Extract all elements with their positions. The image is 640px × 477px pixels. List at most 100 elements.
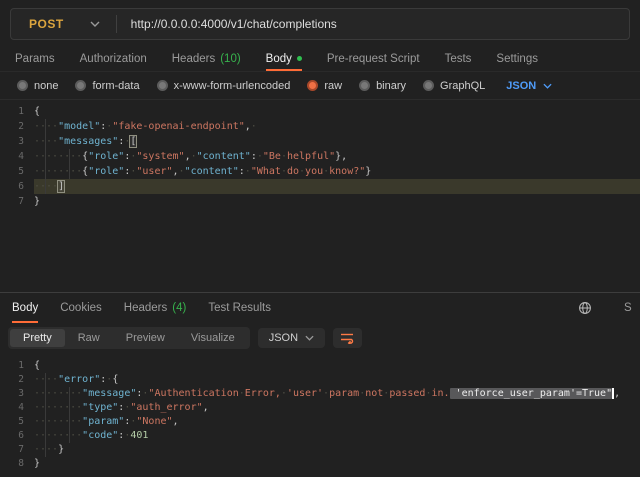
tab-label: Params [15, 53, 55, 65]
response-tab-body[interactable]: Body [12, 293, 38, 323]
code-line[interactable]: 1{ [0, 104, 640, 119]
response-tab-headers[interactable]: Headers(4) [124, 293, 187, 323]
request-url-row: POST http://0.0.0.0:4000/v1/chat/complet… [0, 0, 640, 46]
tab-count-badge: (10) [220, 53, 240, 65]
radio-label: none [34, 80, 58, 92]
indent-guide [69, 387, 70, 443]
line-content: ········"code":·401 [34, 429, 640, 443]
code-line[interactable]: 8} [0, 457, 640, 471]
code-line[interactable]: 6········"code":·401 [0, 429, 640, 443]
code-line[interactable]: 2····"error":·{ [0, 373, 640, 387]
line-number: 7 [0, 194, 34, 209]
code-line[interactable]: 7} [0, 194, 640, 209]
line-number: 1 [0, 104, 34, 119]
code-line[interactable]: 2····"model":·"fake-openai-endpoint",· [0, 119, 640, 134]
chevron-down-icon [305, 335, 314, 341]
line-content: ········{"role":·"user",·"content":·"Wha… [34, 164, 640, 179]
response-tabs: BodyCookiesHeaders(4)Test ResultsS [0, 293, 640, 323]
code-line[interactable]: 4········"type":·"auth_error", [0, 401, 640, 415]
request-tab-settings[interactable]: Settings [496, 46, 538, 71]
line-content: ····"model":·"fake-openai-endpoint",· [34, 119, 640, 134]
body-type-radio-graphql[interactable]: GraphQL [423, 80, 485, 92]
view-raw[interactable]: Raw [65, 329, 113, 347]
proxy-globe-button[interactable] [578, 293, 592, 323]
tab-label: Body [266, 53, 292, 65]
code-line[interactable]: 5········"param":·"None", [0, 415, 640, 429]
line-content: { [34, 104, 640, 119]
line-content: ····] [34, 179, 640, 194]
line-number: 7 [0, 443, 34, 457]
request-tab-body[interactable]: Body [266, 46, 302, 71]
radio-circle-icon [157, 80, 168, 91]
line-content: ········"message":·"Authentication·Error… [34, 387, 640, 401]
radio-circle-icon [359, 80, 370, 91]
line-content: } [34, 194, 640, 209]
request-tab-pre-request-script[interactable]: Pre-request Script [327, 46, 420, 71]
code-line[interactable]: 7····} [0, 443, 640, 457]
line-number: 2 [0, 119, 34, 134]
line-number: 4 [0, 149, 34, 164]
tab-label: Authorization [80, 53, 147, 65]
url-input[interactable]: http://0.0.0.0:4000/v1/chat/completions [117, 17, 337, 31]
chevron-down-icon [90, 21, 100, 27]
code-line[interactable]: 3····"messages":·[ [0, 134, 640, 149]
code-line[interactable]: 3········"message":·"Authentication·Erro… [0, 387, 640, 401]
line-number: 8 [0, 457, 34, 471]
code-line[interactable]: 1{ [0, 359, 640, 373]
response-tab-cookies[interactable]: Cookies [60, 293, 102, 323]
indent-guide [45, 373, 46, 457]
line-content: ····"messages":·[ [34, 134, 640, 149]
code-line[interactable]: 5········{"role":·"user",·"content":·"Wh… [0, 164, 640, 179]
body-type-radio-binary[interactable]: binary [359, 80, 406, 92]
body-type-options: none form-data x-www-form-urlencoded raw bin… [0, 72, 640, 100]
line-number: 6 [0, 179, 34, 194]
request-tabs: Params Authorization Headers (10) Body Pre-re… [0, 46, 640, 72]
response-tab-test-results[interactable]: Test Results [208, 293, 271, 323]
request-tab-headers[interactable]: Headers (10) [172, 46, 241, 71]
text-wrap-icon [340, 332, 355, 344]
wrap-text-button[interactable] [333, 328, 362, 348]
tab-label: Body [12, 302, 38, 314]
body-type-radio-none[interactable]: none [17, 80, 58, 92]
tab-label: Headers [172, 53, 215, 65]
line-content: ········"param":·"None", [34, 415, 640, 429]
line-content: } [34, 457, 640, 471]
response-section: BodyCookiesHeaders(4)Test ResultsS Prett… [0, 292, 640, 477]
line-number: 2 [0, 373, 34, 387]
request-tab-tests[interactable]: Tests [445, 46, 472, 71]
line-content: { [34, 359, 640, 373]
body-type-radio-form-data[interactable]: form-data [75, 80, 139, 92]
view-visualize[interactable]: Visualize [178, 329, 248, 347]
tab-label: Tests [445, 53, 472, 65]
line-number: 5 [0, 415, 34, 429]
response-view-switch: PrettyRawPreviewVisualize [8, 327, 250, 349]
unsaved-changes-dot-icon [297, 56, 302, 61]
body-type-radio-raw[interactable]: raw [307, 80, 342, 92]
response-language-label: JSON [269, 332, 298, 344]
method-dropdown[interactable]: POST [11, 17, 116, 31]
view-preview[interactable]: Preview [113, 329, 178, 347]
radio-label: form-data [92, 80, 139, 92]
request-tab-params[interactable]: Params [15, 46, 55, 71]
tab-label: Settings [496, 53, 538, 65]
code-line[interactable]: 4········{"role":·"system",·"content":·"… [0, 149, 640, 164]
response-language-dropdown[interactable]: JSON [258, 328, 325, 348]
line-number: 6 [0, 429, 34, 443]
view-pretty[interactable]: Pretty [10, 329, 65, 347]
line-content: ····} [34, 443, 640, 457]
request-tab-authorization[interactable]: Authorization [80, 46, 147, 71]
indent-guide [69, 149, 70, 179]
code-line[interactable]: 6····] [0, 179, 640, 194]
line-number: 3 [0, 134, 34, 149]
line-number: 1 [0, 359, 34, 373]
request-language-dropdown[interactable]: JSON [506, 80, 552, 92]
line-number: 4 [0, 401, 34, 415]
request-body-editor[interactable]: 1{2····"model":·"fake-openai-endpoint",·… [0, 100, 640, 292]
radio-label: binary [376, 80, 406, 92]
tab-label: Headers [124, 302, 167, 314]
response-body-editor[interactable]: 1{2····"error":·{3········"message":·"Au… [0, 353, 640, 477]
radio-circle-icon [307, 80, 318, 91]
indent-guide [45, 119, 46, 194]
radio-label: raw [324, 80, 342, 92]
body-type-radio-x-www-form-urlencoded[interactable]: x-www-form-urlencoded [157, 80, 291, 92]
